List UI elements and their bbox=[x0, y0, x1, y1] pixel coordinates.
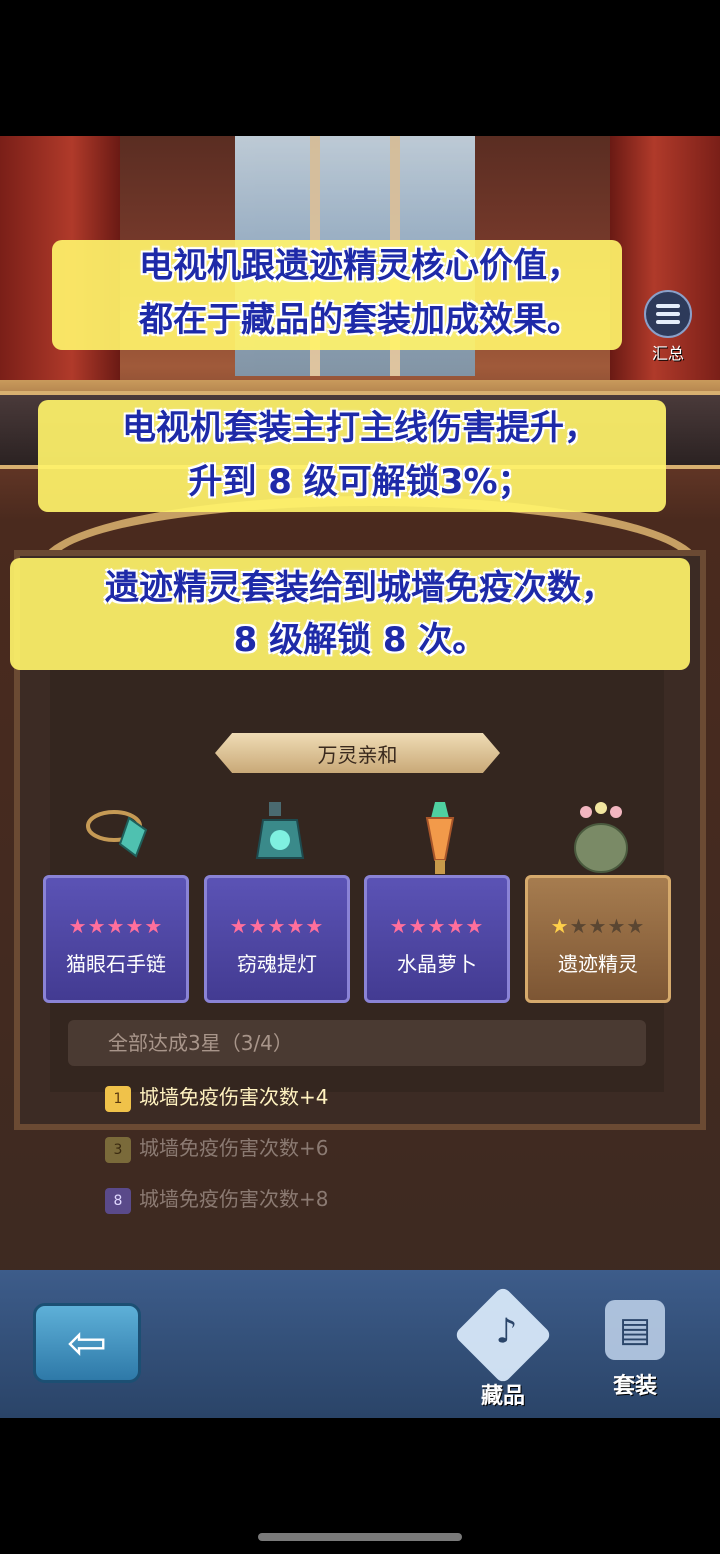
star-rating: ★★★★★ bbox=[229, 914, 325, 938]
level-badge: 8 bbox=[105, 1187, 131, 1214]
level-badge: 3 bbox=[105, 1136, 131, 1163]
caption-line-6: 8 级解锁 8 次。 bbox=[233, 620, 487, 660]
bracelet-icon bbox=[86, 810, 148, 858]
arrow-left-icon: ⇦ bbox=[66, 1315, 108, 1371]
star-rating: ★★★★★ bbox=[68, 914, 164, 938]
ruin-spirit-icon bbox=[574, 802, 628, 873]
item-card-4[interactable]: ★★★★★ 遗迹精灵 bbox=[525, 802, 671, 1003]
caption-line-4: 升到 8 级可解锁3%； bbox=[188, 462, 532, 502]
caption-line-1: 电视机跟遗迹精灵核心价值， bbox=[139, 246, 581, 286]
tab-collection[interactable]: ♪ 藏品 bbox=[453, 1285, 553, 1409]
star-rating: ★★★★★ bbox=[550, 914, 646, 938]
item-name: 遗迹精灵 bbox=[558, 952, 638, 976]
bonus-row-3: 8 城墙免疫伤害次数+8 bbox=[105, 1179, 328, 1219]
carrot-icon bbox=[425, 802, 455, 874]
tab-set[interactable]: ▤ 套装 bbox=[590, 1300, 680, 1400]
level-badge: 1 bbox=[105, 1085, 131, 1112]
summary-label: 汇总 bbox=[651, 344, 684, 363]
item-card-3[interactable]: ★★★★★ 水晶萝卜 bbox=[364, 802, 510, 1003]
set-title: 万灵亲和 bbox=[215, 733, 500, 773]
bonus-text: 城墙免疫伤害次数+4 bbox=[139, 1085, 329, 1109]
book-icon: ▤ bbox=[605, 1300, 665, 1360]
bonus-row-2: 3 城墙免疫伤害次数+6 bbox=[105, 1128, 328, 1168]
lantern-icon bbox=[255, 802, 305, 859]
bonus-text: 城墙免疫伤害次数+8 bbox=[139, 1187, 329, 1211]
bonus-row-1: 1 城墙免疫伤害次数+4 bbox=[105, 1077, 328, 1117]
item-card-2[interactable]: ★★★★★ 窃魂提灯 bbox=[204, 802, 350, 1003]
item-name: 窃魂提灯 bbox=[237, 952, 317, 976]
harp-icon: ♪ bbox=[453, 1285, 553, 1385]
home-indicator[interactable] bbox=[258, 1533, 462, 1541]
summary-button[interactable]: 汇总 bbox=[640, 290, 696, 363]
back-button[interactable]: ⇦ bbox=[33, 1303, 141, 1383]
item-name: 猫眼石手链 bbox=[66, 952, 166, 976]
star-rating: ★★★★★ bbox=[389, 914, 485, 938]
bonus-text: 城墙免疫伤害次数+6 bbox=[139, 1136, 329, 1160]
tab-set-label: 套装 bbox=[612, 1374, 657, 1399]
set-goal: 全部达成3星（3/4） bbox=[68, 1020, 646, 1066]
tab-collection-label: 藏品 bbox=[480, 1384, 525, 1409]
caption-line-2: 都在于藏品的套装加成效果。 bbox=[139, 300, 581, 340]
list-icon bbox=[644, 290, 692, 338]
caption-line-3: 电视机套装主打主线伤害提升， bbox=[122, 408, 598, 448]
item-card-1[interactable]: ★★★★★ 猫眼石手链 bbox=[43, 810, 189, 1003]
item-name: 水晶萝卜 bbox=[397, 952, 477, 976]
caption-line-5: 遗迹精灵套装给到城墙免疫次数， bbox=[105, 568, 615, 608]
